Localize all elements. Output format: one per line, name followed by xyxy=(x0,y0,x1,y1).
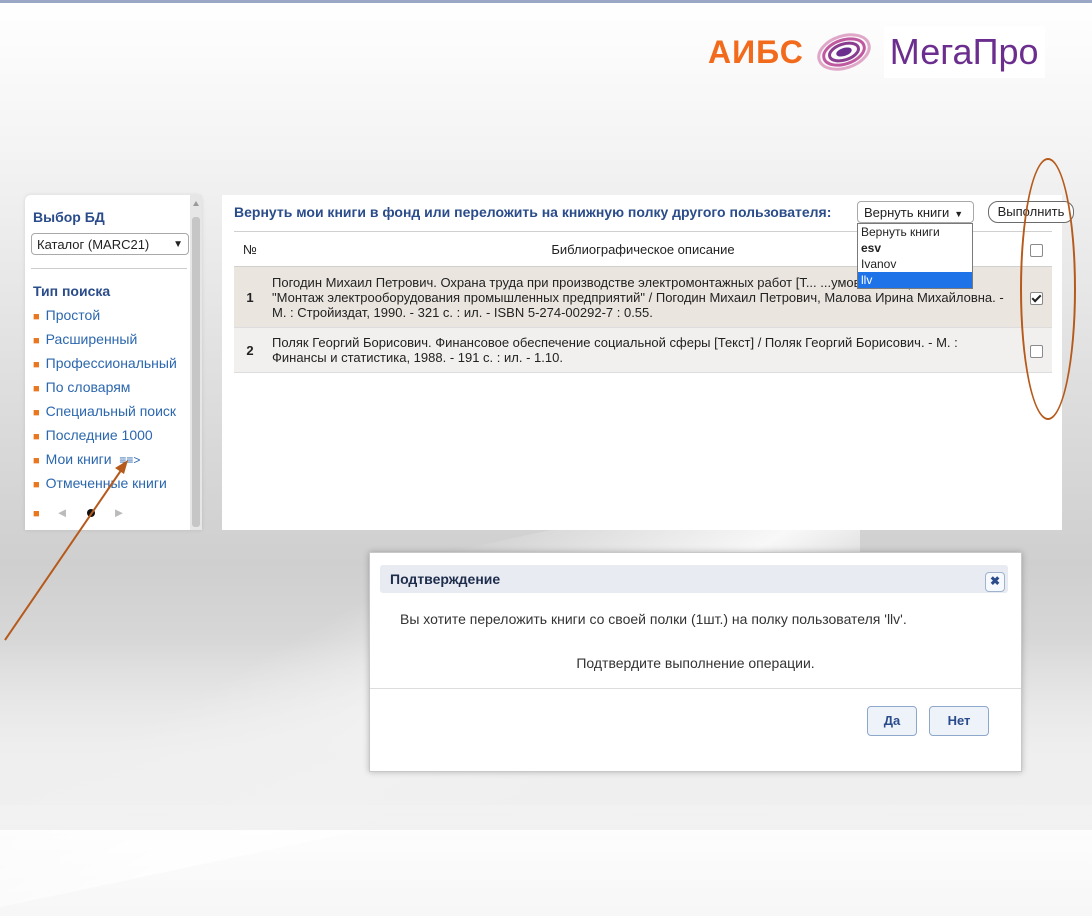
sidebar-item-dictionaries[interactable]: ■ По словарям xyxy=(33,378,177,402)
annotation-arrow-icon xyxy=(4,460,128,641)
sidebar-item-label: Расширенный xyxy=(45,331,138,347)
sidebar-item-simple[interactable]: ■ Простой xyxy=(33,306,177,330)
divider xyxy=(31,268,187,269)
db-select[interactable]: Каталог (MARC21) ▼ xyxy=(31,233,189,255)
close-icon[interactable]: ✖ xyxy=(985,572,1005,592)
dropdown-option-ivanov[interactable]: Ivanov xyxy=(858,256,972,272)
row-description: Поляк Георгий Борисович. Финансовое обес… xyxy=(266,327,1020,373)
logo-swirl-icon xyxy=(817,33,871,71)
bullet-icon: ■ xyxy=(33,311,40,323)
dropdown-option-esv[interactable]: esv xyxy=(858,240,972,256)
top-border xyxy=(0,0,1092,3)
sidebar-item-label: Профессиональный xyxy=(45,355,177,371)
sidebar-item-label: По словарям xyxy=(45,379,131,395)
action-dropdown-list: Вернуть книги esv Ivanov llv xyxy=(857,223,973,289)
dropdown-option-return[interactable]: Вернуть книги xyxy=(858,224,972,240)
sidebar-scrollbar[interactable] xyxy=(190,195,202,530)
dialog-message: Вы хотите переложить книги со своей полк… xyxy=(400,611,907,627)
db-select-title: Выбор БД xyxy=(33,209,105,225)
sidebar-item-professional[interactable]: ■ Профессиональный xyxy=(33,354,177,378)
scroll-up-icon[interactable] xyxy=(193,201,199,206)
column-header-num: № xyxy=(234,231,266,267)
panel-title: Вернуть мои книги в фонд или переложить … xyxy=(234,204,832,220)
sidebar-item-special-search[interactable]: ■ Специальный поиск xyxy=(33,402,177,426)
bullet-icon: ■ xyxy=(33,335,40,347)
bullet-icon: ■ xyxy=(33,359,40,371)
bullet-icon: ■ xyxy=(33,407,40,419)
search-type-title: Тип поиска xyxy=(33,283,111,299)
dropdown-option-llv[interactable]: llv xyxy=(858,272,972,288)
action-select-value: Вернуть книги xyxy=(864,205,950,220)
logo: АИБС МегаПро xyxy=(708,26,1045,78)
confirm-dialog: Подтверждение ✖ Вы хотите переложить кни… xyxy=(369,552,1022,772)
my-books-panel: Вернуть мои книги в фонд или переложить … xyxy=(222,195,1074,530)
table-row: 2 Поляк Георгий Борисович. Финансовое об… xyxy=(234,327,1052,373)
sidebar-item-extended[interactable]: ■ Расширенный xyxy=(33,330,177,354)
dialog-title: Подтверждение xyxy=(390,571,501,587)
db-select-value: Каталог (MARC21) xyxy=(37,237,150,252)
dialog-confirm-text: Подтвердите выполнение операции. xyxy=(576,655,815,671)
sidebar-item-label: Специальный поиск xyxy=(45,403,177,419)
chevron-down-icon: ▼ xyxy=(954,209,964,219)
action-select[interactable]: Вернуть книги ▼ xyxy=(857,201,974,223)
logo-megapro-text: МегаПро xyxy=(883,26,1045,78)
sidebar-item-label: Простой xyxy=(45,307,101,323)
annotation-oval xyxy=(1020,158,1076,420)
yes-button[interactable]: Да xyxy=(867,706,917,736)
no-button[interactable]: Нет xyxy=(929,706,989,736)
bullet-icon: ■ xyxy=(33,383,40,395)
scrollbar-thumb[interactable] xyxy=(192,217,200,527)
chevron-down-icon: ▼ xyxy=(173,239,183,250)
row-number: 2 xyxy=(234,327,266,373)
divider xyxy=(370,688,1021,689)
row-number: 1 xyxy=(234,266,266,328)
logo-aibs-text: АИБС xyxy=(708,33,804,70)
